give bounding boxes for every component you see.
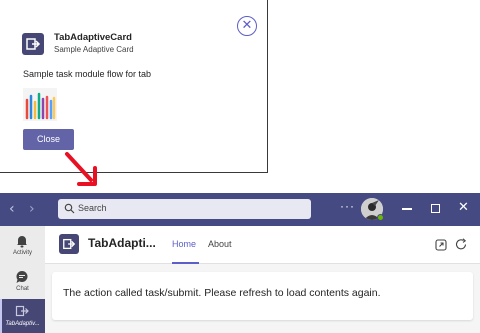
more-options-icon[interactable]: ··· xyxy=(340,199,355,213)
search-input[interactable]: Search xyxy=(58,199,311,219)
app-logo-icon xyxy=(59,234,79,254)
main-content: TabAdapti... Home About The action calle… xyxy=(45,226,480,333)
close-window-icon[interactable]: ✕ xyxy=(458,200,469,215)
rail-item-label: Chat xyxy=(16,286,29,292)
app-logo-icon xyxy=(22,33,44,55)
chevron-right-icon[interactable]: › xyxy=(29,201,35,217)
content-card: The action called task/submit. Please re… xyxy=(52,272,473,320)
chevron-left-icon[interactable]: ‹ xyxy=(9,201,15,217)
refresh-icon[interactable] xyxy=(455,238,468,251)
rail-item-activity[interactable]: Activity xyxy=(0,231,45,265)
search-placeholder: Search xyxy=(78,203,107,213)
minimize-icon[interactable] xyxy=(402,208,412,210)
rail-item-chat[interactable]: Chat xyxy=(0,266,45,300)
close-icon[interactable]: ✕ xyxy=(237,16,257,36)
status-message: The action called task/submit. Please re… xyxy=(63,287,381,299)
active-indicator xyxy=(0,299,2,333)
card-subtitle: Sample Adaptive Card xyxy=(54,45,134,54)
active-tab-underline xyxy=(172,262,199,264)
search-icon xyxy=(64,203,75,214)
popout-icon[interactable] xyxy=(435,239,447,251)
titlebar: ‹ › Search ··· ✕ xyxy=(0,193,480,226)
close-button[interactable]: Close xyxy=(23,129,74,150)
chat-icon xyxy=(16,271,28,283)
rail-item-label: Activity xyxy=(12,250,32,256)
presence-badge xyxy=(377,214,384,221)
card-image xyxy=(23,88,57,121)
app-rail: Activity Chat TabAdaptiv... xyxy=(0,226,45,333)
maximize-icon[interactable] xyxy=(431,204,440,213)
tab-about[interactable]: About xyxy=(208,239,232,249)
task-module-dialog: ✕ TabAdaptiveCard Sample Adaptive Card S… xyxy=(0,0,268,173)
app-title: TabAdapti... xyxy=(88,236,156,250)
app-icon xyxy=(15,305,29,317)
card-title: TabAdaptiveCard xyxy=(54,32,132,43)
card-body-text: Sample task module flow for tab xyxy=(23,69,152,79)
tab-home[interactable]: Home xyxy=(172,239,196,249)
rail-item-tabadaptivecard[interactable]: TabAdaptiv... xyxy=(0,299,45,333)
tab-header: TabAdapti... Home About xyxy=(45,226,480,264)
rail-item-label: TabAdaptiv... xyxy=(5,321,40,327)
red-arrow-icon xyxy=(65,152,97,186)
bell-icon xyxy=(17,236,27,248)
